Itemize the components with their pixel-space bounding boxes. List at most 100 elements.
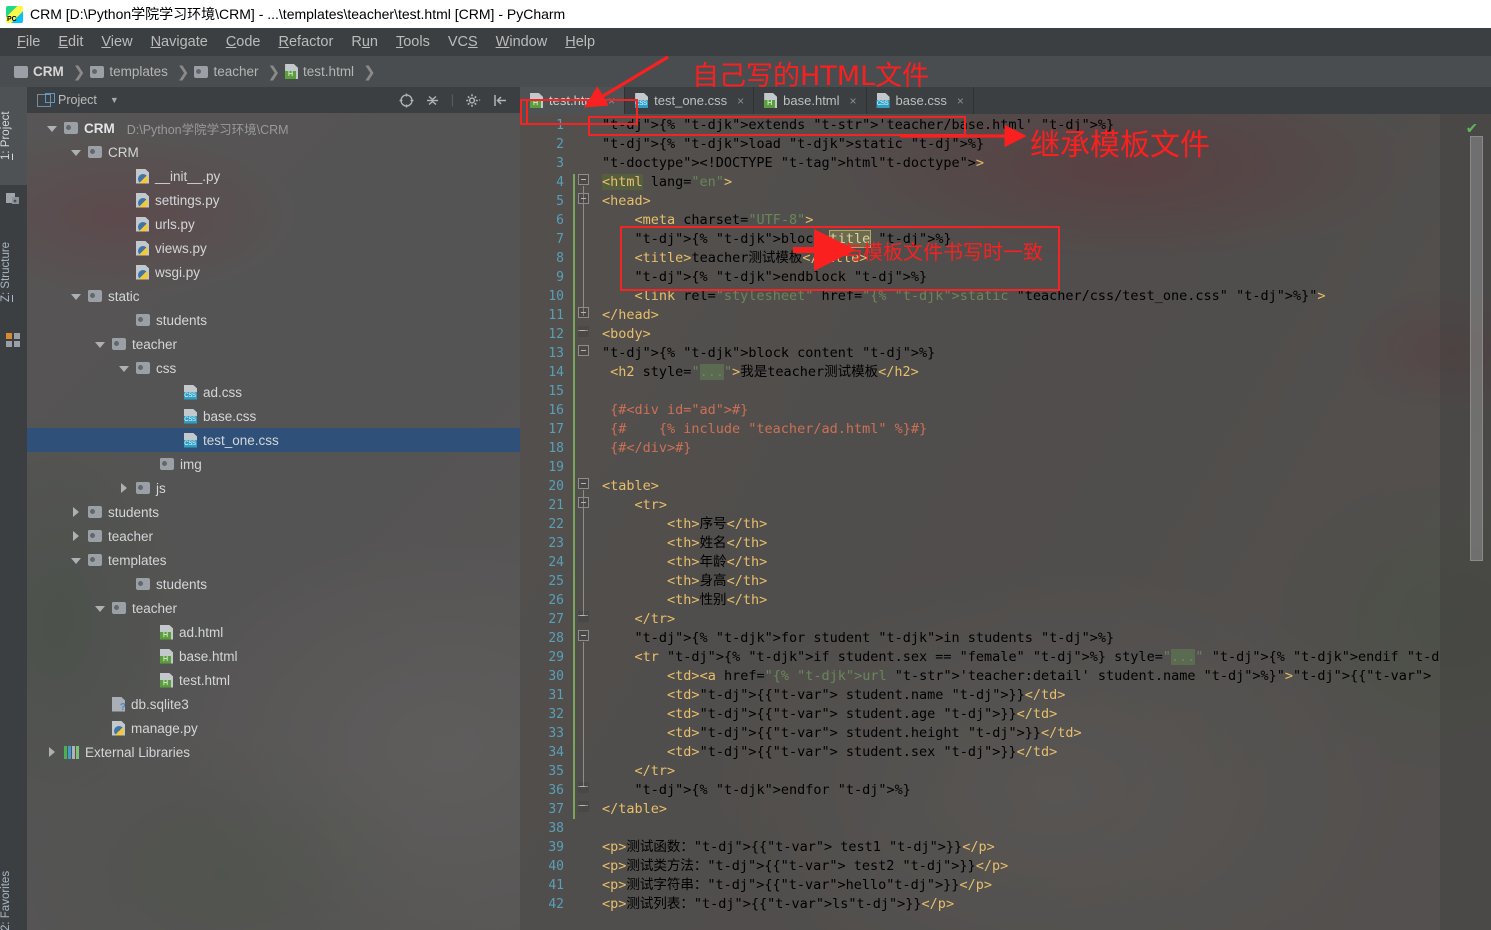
editor-right-rail[interactable]: ✔ xyxy=(1440,114,1491,930)
code-line[interactable]: <th>姓名</th> xyxy=(596,534,1440,553)
tree-item-templates[interactable]: templates xyxy=(27,548,520,572)
collapse-all-icon[interactable] xyxy=(425,93,440,108)
chevron-down-icon[interactable] xyxy=(71,555,82,566)
code-line[interactable]: <th>年龄</th> xyxy=(596,553,1440,572)
tree-item-students[interactable]: students xyxy=(27,572,520,596)
editor-tab-test-html[interactable]: test.html × xyxy=(520,87,626,114)
chevron-down-icon[interactable] xyxy=(71,291,82,302)
editor-tab-base-html[interactable]: base.html × xyxy=(754,87,867,114)
code-lines[interactable]: "t-dj">{% "t-djk">extends "t-str">'teach… xyxy=(596,114,1440,930)
code-line[interactable]: {# {% include "teacher/ad.html" %}#} xyxy=(596,420,1440,439)
code-line[interactable]: <td>"t-dj">{{"t-var"> student.height "t-… xyxy=(596,724,1440,743)
tree-item-db.sqlite3[interactable]: db.sqlite3 xyxy=(27,692,520,716)
tree-item-base.html[interactable]: base.html xyxy=(27,644,520,668)
tree-item-crm[interactable]: CRM xyxy=(27,140,520,164)
chevron-down-icon[interactable] xyxy=(119,363,130,374)
code-line[interactable]: {#<div id="ad">#} xyxy=(596,401,1440,420)
code-line[interactable]: <td>"t-dj">{{"t-var"> student.name "t-dj… xyxy=(596,686,1440,705)
chevron-right-icon[interactable] xyxy=(71,530,82,542)
tree-item-students[interactable]: students xyxy=(27,500,520,524)
tree-item-test.html[interactable]: test.html xyxy=(27,668,520,692)
tree-item-js[interactable]: js xyxy=(27,476,520,500)
menu-item-refactor[interactable]: Refactor xyxy=(270,32,343,52)
tree-item-__init__.py[interactable]: __init__.py xyxy=(27,164,520,188)
menu-item-run[interactable]: Run xyxy=(342,32,387,52)
breadcrumb-item-templates[interactable]: templates xyxy=(90,64,172,79)
code-line[interactable]: "t-dj">{% "t-djk">endblock "t-dj">%} xyxy=(596,268,1440,287)
code-line[interactable]: </head> xyxy=(596,306,1440,325)
breadcrumb-item-crm[interactable]: CRM xyxy=(14,64,68,79)
tree-item-static[interactable]: static xyxy=(27,284,520,308)
code-line[interactable]: <th>身高</th> xyxy=(596,572,1440,591)
sidebar-item-project[interactable]: 1: Project xyxy=(0,87,27,185)
tree-item-settings.py[interactable]: settings.py xyxy=(27,188,520,212)
breadcrumb-item-teacher[interactable]: teacher xyxy=(194,64,262,79)
menu-item-help[interactable]: Help xyxy=(556,32,604,52)
code-line[interactable]: "t-dj">{% "t-djk">endfor "t-dj">%} xyxy=(596,781,1440,800)
breadcrumb-item-test-html[interactable]: test.html xyxy=(285,64,358,79)
menu-item-view[interactable]: View xyxy=(92,32,141,52)
tree-item-urls.py[interactable]: urls.py xyxy=(27,212,520,236)
menu-item-edit[interactable]: Edit xyxy=(49,32,92,52)
editor-tab-base-css[interactable]: base.css × xyxy=(867,87,974,114)
code-line[interactable] xyxy=(596,382,1440,401)
project-tree-scroll[interactable]: CRM D:\Python学院学习环境\CRM CRM __init__.py sett… xyxy=(27,113,520,930)
chevron-down-icon[interactable]: ▼ xyxy=(110,95,119,105)
tree-item-externallibraries[interactable]: External Libraries xyxy=(27,740,520,764)
code-folding-strip[interactable] xyxy=(572,114,596,930)
menu-item-file[interactable]: File xyxy=(8,32,49,52)
code-line[interactable]: <th>序号</th> xyxy=(596,515,1440,534)
editor-tab-test_one-css[interactable]: test_one.css × xyxy=(625,87,755,114)
chevron-right-icon[interactable] xyxy=(47,746,58,758)
menu-item-tools[interactable]: Tools xyxy=(387,32,439,52)
code-line[interactable]: </tr> xyxy=(596,762,1440,781)
chevron-down-icon[interactable] xyxy=(47,123,58,134)
code-line[interactable]: {#</div>#} xyxy=(596,439,1440,458)
code-line[interactable] xyxy=(596,819,1440,838)
code-line[interactable] xyxy=(596,458,1440,477)
code-line[interactable]: "t-dj">{% "t-djk">block title "t-dj">%} xyxy=(596,230,1440,249)
tree-item-teacher[interactable]: teacher xyxy=(27,332,520,356)
code-line[interactable]: <td>"t-dj">{{"t-var"> student.sex "t-dj"… xyxy=(596,743,1440,762)
close-icon[interactable]: × xyxy=(608,94,615,108)
tree-item-teacher[interactable]: teacher xyxy=(27,596,520,620)
code-line[interactable]: <tr> xyxy=(596,496,1440,515)
tree-item-teacher[interactable]: teacher xyxy=(27,524,520,548)
tree-item-views.py[interactable]: views.py xyxy=(27,236,520,260)
tree-item-css[interactable]: css xyxy=(27,356,520,380)
settings-gear-icon[interactable] xyxy=(465,93,482,108)
tree-item-ad.css[interactable]: ad.css xyxy=(27,380,520,404)
code-line[interactable]: <link rel="stylesheet" href="{% "t-djk">… xyxy=(596,287,1440,306)
menu-item-code[interactable]: Code xyxy=(217,32,270,52)
code-line[interactable]: "t-dj">{% "t-djk">load "t-djk">static "t… xyxy=(596,135,1440,154)
code-line[interactable]: </table> xyxy=(596,800,1440,819)
code-line[interactable]: <th>性别</th> xyxy=(596,591,1440,610)
code-line[interactable]: <head> xyxy=(596,192,1440,211)
code-line[interactable]: <p>测试类方法："t-dj">{{"t-var"> test2 "t-dj">… xyxy=(596,857,1440,876)
menu-item-navigate[interactable]: Navigate xyxy=(142,32,217,52)
chevron-right-icon[interactable] xyxy=(71,506,82,518)
code-line[interactable]: <td>"t-dj">{{"t-var"> student.age "t-dj"… xyxy=(596,705,1440,724)
chevron-down-icon[interactable] xyxy=(95,603,106,614)
close-icon[interactable]: × xyxy=(957,94,964,108)
sidebar-item-favorites[interactable]: 2: Favorites xyxy=(0,846,27,930)
locate-icon[interactable] xyxy=(399,93,414,108)
close-icon[interactable]: × xyxy=(850,94,857,108)
tree-item-test_one.css[interactable]: test_one.css xyxy=(27,428,520,452)
code-editor[interactable]: 1 2 3 4 5 6 7 8 9 10 11 12 13 14 15 16 17 18 19 20 21 22 23 24 2… xyxy=(520,114,1491,930)
chevron-right-icon[interactable] xyxy=(119,482,130,494)
code-line[interactable]: <meta charset="UTF-8"> xyxy=(596,211,1440,230)
editor-vertical-scrollbar[interactable] xyxy=(1470,136,1483,561)
code-line[interactable]: "t-dj">{% "t-djk">extends "t-str">'teach… xyxy=(596,116,1440,135)
tree-item-manage.py[interactable]: manage.py xyxy=(27,716,520,740)
code-line[interactable]: <p>测试函数："t-dj">{{"t-var"> test1 "t-dj">}… xyxy=(596,838,1440,857)
menu-item-window[interactable]: Window xyxy=(487,32,557,52)
tree-item-crm[interactable]: CRM D:\Python学院学习环境\CRM xyxy=(27,116,520,140)
hide-panel-icon[interactable] xyxy=(493,93,508,108)
tree-item-wsgi.py[interactable]: wsgi.py xyxy=(27,260,520,284)
code-line[interactable]: <h2 style="...">我是teacher测试模板</h2> xyxy=(596,363,1440,382)
close-icon[interactable]: × xyxy=(737,94,744,108)
code-line[interactable]: <tr "t-dj">{% "t-djk">if student.sex == … xyxy=(596,648,1440,667)
tree-item-ad.html[interactable]: ad.html xyxy=(27,620,520,644)
code-line[interactable]: <html lang="en"> xyxy=(596,173,1440,192)
